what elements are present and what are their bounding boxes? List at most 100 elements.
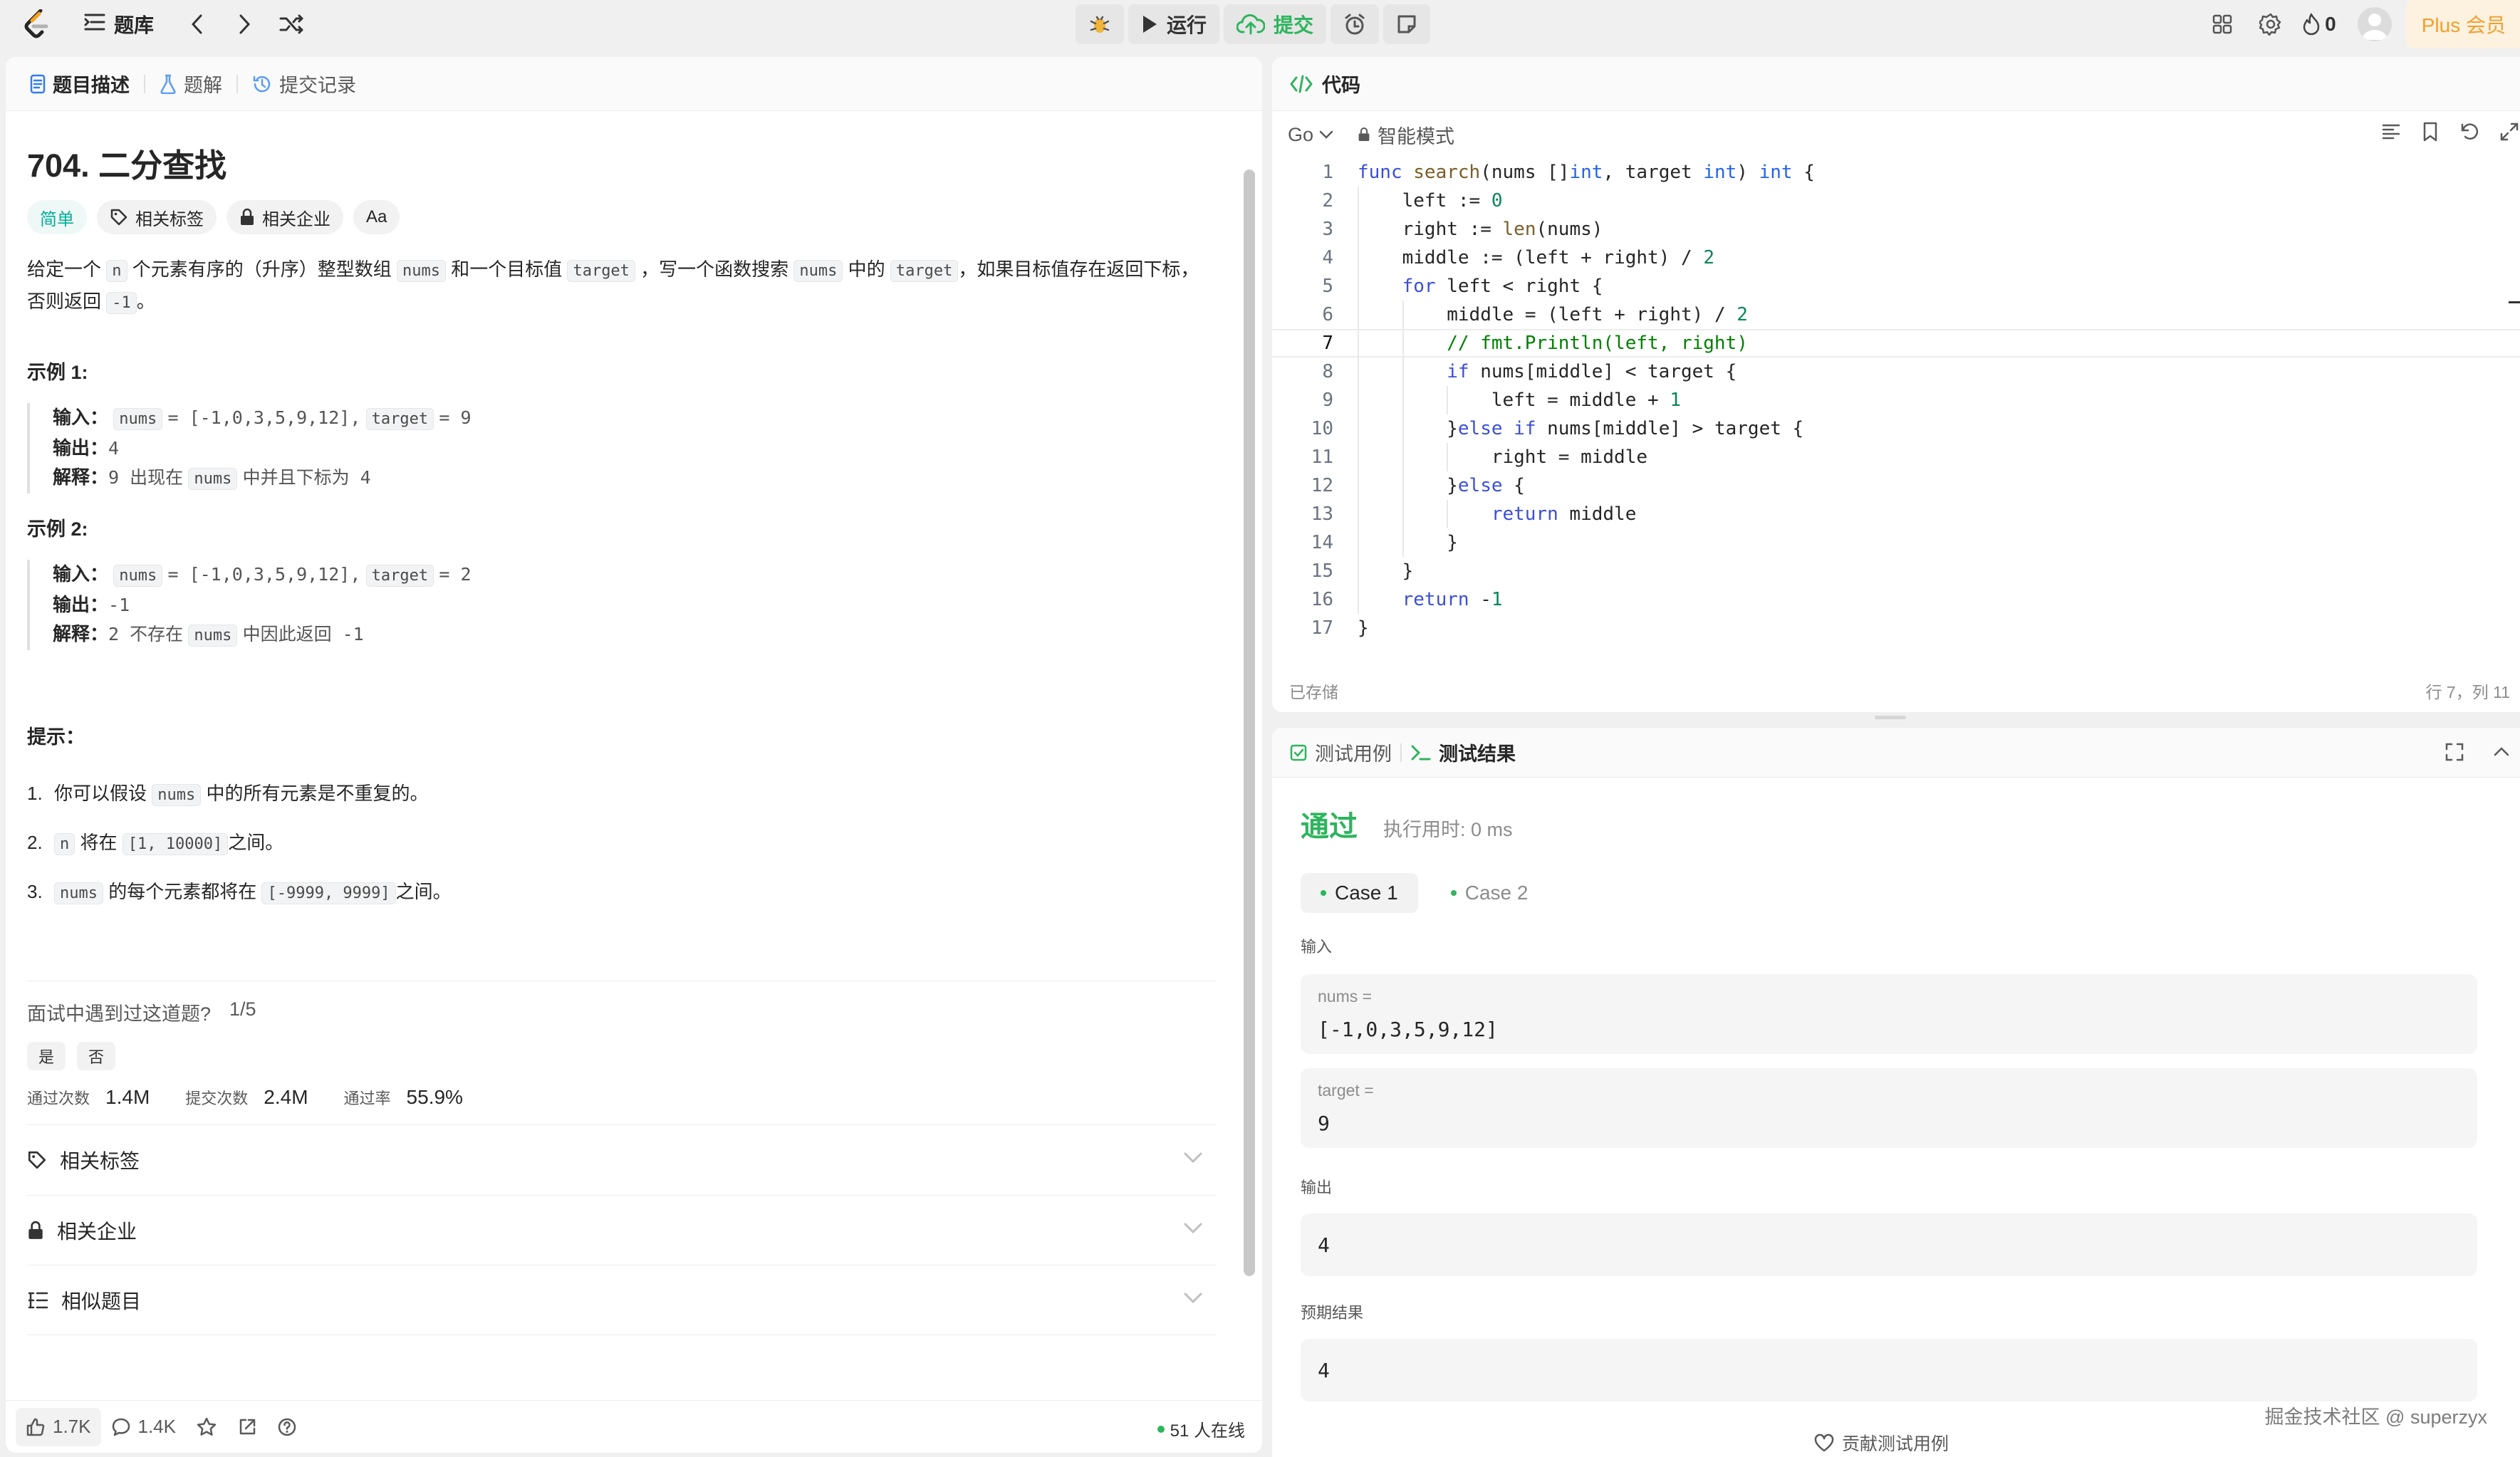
case-tab-1[interactable]: Case 1 bbox=[1301, 873, 1418, 913]
heart-icon bbox=[1814, 1434, 1834, 1452]
related-tags-button[interactable]: 相关标签 bbox=[97, 200, 217, 234]
code-text: } bbox=[1402, 560, 1414, 582]
tab-divider bbox=[236, 74, 238, 93]
code-text: left = middle + 1 bbox=[1491, 390, 1681, 411]
tab-divider bbox=[144, 74, 145, 93]
code-line[interactable]: 3 right := len(nums) bbox=[1272, 215, 2520, 244]
alarm-clock-icon bbox=[1345, 14, 1365, 35]
code-line[interactable]: 1 func search(nums []int, target int) int… bbox=[1272, 158, 2520, 187]
difficulty-badge: 简单 bbox=[27, 200, 87, 234]
problem-stats: 通过次数 1.4M 提交次数 2.4M 通过率 55.9% bbox=[27, 1086, 1217, 1109]
problem-list-button[interactable]: 题库 bbox=[84, 10, 154, 38]
tab-test-results[interactable]: 测试结果 bbox=[1410, 738, 1516, 766]
problem-tags: 简单 相关标签 相关企业 Aa bbox=[27, 200, 1217, 234]
pass-dot-icon bbox=[1321, 890, 1326, 896]
code-line[interactable]: 11 right = middle bbox=[1272, 443, 2520, 471]
code-line[interactable]: 12 }else { bbox=[1272, 471, 2520, 500]
scroll-indicator bbox=[2509, 301, 2520, 303]
comments-button[interactable]: 1.4K bbox=[101, 1408, 187, 1446]
code-line[interactable]: 15 } bbox=[1272, 557, 2520, 585]
output-label: 输出 bbox=[1301, 1179, 1333, 1196]
tab-solutions[interactable]: 题解 bbox=[152, 70, 229, 98]
share-icon bbox=[239, 1419, 256, 1434]
share-button[interactable] bbox=[227, 1408, 267, 1446]
contribute-testcase-button[interactable]: 贡献测试用例 bbox=[1813, 1430, 1949, 1456]
submit-button[interactable]: 提交 bbox=[1224, 4, 1327, 44]
language-select[interactable]: Go bbox=[1288, 124, 1333, 146]
list-tree-icon bbox=[28, 1292, 48, 1308]
code-line[interactable]: 10 }else if nums[middle] > target { bbox=[1272, 414, 2520, 443]
problem-panel: 题目描述 题解 提交记录 704. 二分查找 简单 相关标签 相关企业 Aa 给… bbox=[6, 57, 1262, 1453]
expand-editor-button[interactable] bbox=[2499, 121, 2520, 147]
favorite-button[interactable] bbox=[186, 1408, 227, 1446]
code-line[interactable]: 14 } bbox=[1272, 528, 2520, 557]
tab-submissions[interactable]: 提交记录 bbox=[245, 70, 363, 98]
prev-problem-button[interactable] bbox=[182, 10, 211, 38]
scrollbar-thumb[interactable] bbox=[1244, 169, 1255, 1276]
line-number: 13 bbox=[1311, 503, 1333, 525]
avatar[interactable] bbox=[2357, 7, 2392, 41]
collapse-button[interactable] bbox=[2493, 742, 2510, 767]
code-line[interactable]: 2 left := 0 bbox=[1272, 187, 2520, 215]
notes-button[interactable] bbox=[1383, 4, 1431, 44]
example-output: 输出：4 bbox=[53, 437, 120, 459]
code-line[interactable]: 4 middle := (left + right) / 2 bbox=[1272, 244, 2520, 272]
submissions-stat: 提交次数 2.4M bbox=[185, 1086, 308, 1108]
code-line[interactable]: 16 return -1 bbox=[1272, 585, 2520, 614]
code-text: return middle bbox=[1491, 503, 1637, 525]
bookmark-button[interactable] bbox=[2420, 121, 2440, 147]
maximize-button[interactable] bbox=[2444, 742, 2464, 767]
settings-button[interactable] bbox=[2246, 0, 2295, 48]
terminal-icon bbox=[1411, 745, 1431, 760]
accordion-related-companies[interactable]: 相关企业 bbox=[27, 1195, 1217, 1265]
code-text: for left < right { bbox=[1402, 276, 1603, 297]
code-line[interactable]: 9 left = middle + 1 bbox=[1272, 386, 2520, 414]
debug-button[interactable] bbox=[1076, 4, 1124, 44]
test-tabs: 测试用例 测试结果 bbox=[1272, 728, 2520, 778]
reset-code-button[interactable] bbox=[2459, 121, 2480, 147]
tab-testcases[interactable]: 测试用例 bbox=[1289, 738, 1392, 766]
help-button[interactable] bbox=[267, 1408, 307, 1446]
code-text: left := 0 bbox=[1402, 190, 1503, 212]
smart-mode-toggle[interactable]: 智能模式 bbox=[1358, 121, 1454, 149]
accordion-more[interactable] bbox=[27, 1335, 1217, 1400]
watermark: 掘金技术社区 @ superzyx bbox=[2264, 1406, 2487, 1428]
timer-button[interactable] bbox=[1331, 4, 1380, 44]
code-line[interactable]: 17} bbox=[1272, 614, 2520, 642]
format-button[interactable] bbox=[2380, 121, 2402, 147]
layout-button[interactable] bbox=[2198, 0, 2246, 48]
tab-description[interactable]: 题目描述 bbox=[23, 70, 137, 98]
code-text: } bbox=[1447, 532, 1458, 553]
code-line[interactable]: 6 middle = (left + right) / 2 bbox=[1272, 301, 2520, 329]
case-tab-2[interactable]: Case 2 bbox=[1431, 873, 1548, 913]
no-button[interactable]: 否 bbox=[77, 1042, 115, 1070]
play-icon bbox=[1143, 16, 1157, 33]
scrollbar[interactable] bbox=[1244, 114, 1255, 1396]
streak-counter[interactable]: 0 bbox=[2295, 0, 2343, 48]
thumbs-up-icon bbox=[26, 1418, 45, 1436]
yes-button[interactable]: 是 bbox=[27, 1042, 66, 1070]
font-size-button[interactable]: Aa bbox=[353, 200, 400, 234]
run-button[interactable]: 运行 bbox=[1128, 4, 1220, 44]
test-panel: 测试用例 测试结果 通过 执行用时: 0 ms Case 1 Case 2 输入… bbox=[1272, 728, 2520, 1457]
code-editor[interactable]: 1 func search(nums []int, target int) int… bbox=[1272, 158, 2520, 642]
code-line[interactable]: 8 if nums[middle] < target { bbox=[1272, 357, 2520, 386]
panel-resize-handle[interactable] bbox=[1875, 716, 1906, 719]
random-problem-button[interactable] bbox=[276, 10, 308, 38]
star-icon bbox=[197, 1417, 217, 1436]
like-button[interactable]: 1.7K bbox=[16, 1407, 101, 1446]
accordion-similar-problems[interactable]: 相似题目 bbox=[27, 1265, 1217, 1335]
leetcode-logo-icon[interactable] bbox=[19, 9, 54, 40]
code-line[interactable]: 5 for left < right { bbox=[1272, 272, 2520, 301]
interview-answer-buttons: 是 否 bbox=[27, 1042, 1217, 1070]
code-text: right := len(nums) bbox=[1402, 219, 1603, 240]
code-line[interactable]: 13 return middle bbox=[1272, 500, 2520, 528]
note-icon bbox=[1397, 15, 1416, 33]
font-size-icon: Aa bbox=[366, 207, 387, 226]
next-problem-button[interactable] bbox=[231, 10, 259, 38]
related-companies-button[interactable]: 相关企业 bbox=[227, 200, 343, 234]
plus-membership-button[interactable]: Plus 会员 bbox=[2405, 0, 2520, 48]
accordion-related-tags[interactable]: 相关标签 bbox=[27, 1125, 1217, 1195]
code-line[interactable]: 7 // fmt.Println(left, right) bbox=[1272, 329, 2520, 359]
problem-content[interactable]: 704. 二分查找 简单 相关标签 相关企业 Aa 给定一个 n 个元素有序的（… bbox=[6, 111, 1238, 1400]
